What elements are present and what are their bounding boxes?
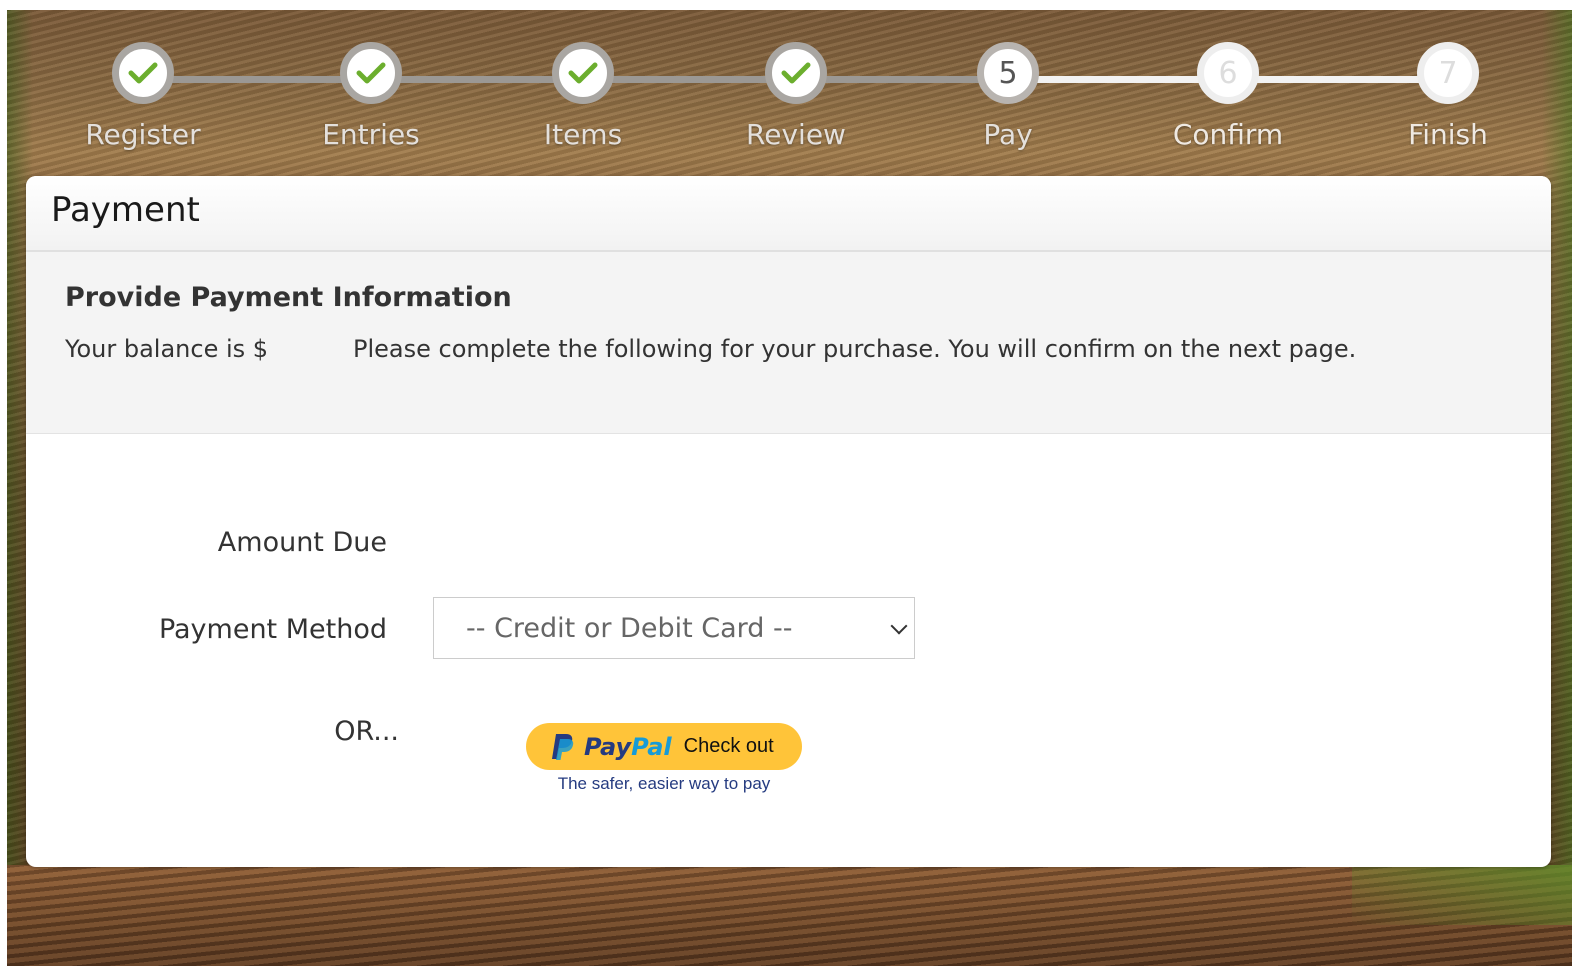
step-label: Pay [983,118,1033,151]
check-icon [340,42,402,104]
step-finish: 7 Finish [1378,42,1518,151]
step-register: Register [73,42,213,151]
card-header: Payment [26,176,1551,252]
card-title: Payment [51,190,200,230]
paypal-wordmark: PayPal [584,733,672,761]
check-icon [552,42,614,104]
check-icon [112,42,174,104]
step-number: 5 [977,42,1039,104]
progress-stepper: Register Entries Items Review 5 Pay 6 Co… [0,0,1572,175]
step-label: Review [746,118,846,151]
step-label: Entries [322,118,420,151]
paypal-wordmark-pal: Pal [631,732,672,761]
payment-method-selected: -- Credit or Debit Card -- [466,612,793,644]
step-label: Confirm [1172,118,1284,151]
check-icon [765,42,827,104]
payment-method-select[interactable]: -- Credit or Debit Card -- [433,597,915,659]
chevron-down-icon [890,617,908,635]
paypal-logo-icon [550,732,574,762]
or-label: OR... [334,716,399,747]
section-heading: Provide Payment Information [65,282,512,313]
info-row: Your balance is $ Please complete the fol… [65,335,1512,363]
paypal-checkout-button[interactable]: PayPal Check out [526,723,802,770]
payment-method-label: Payment Method [158,614,387,645]
step-number: 6 [1197,42,1259,104]
step-pay: 5 Pay [938,42,1078,151]
step-review: Review [726,42,866,151]
paypal-button-text: Check out [683,735,774,757]
step-label: Items [543,118,623,151]
step-entries: Entries [301,42,441,151]
step-label: Register [85,118,201,151]
amount-due-label: Amount Due [217,527,387,558]
instructions-text: Please complete the following for your p… [353,335,1357,363]
paypal-tagline: The safer, easier way to pay [557,774,771,793]
step-label: Finish [1408,118,1488,151]
payment-card: Payment Provide Payment Information Your… [26,176,1551,867]
background-field [7,865,1572,966]
step-confirm: 6 Confirm [1158,42,1298,151]
balance-text: Your balance is $ [65,335,269,363]
paypal-wordmark-pay: Pay [584,732,632,761]
step-number: 7 [1417,42,1479,104]
payment-info-panel: Provide Payment Information Your balance… [26,252,1551,434]
step-items: Items [513,42,653,151]
